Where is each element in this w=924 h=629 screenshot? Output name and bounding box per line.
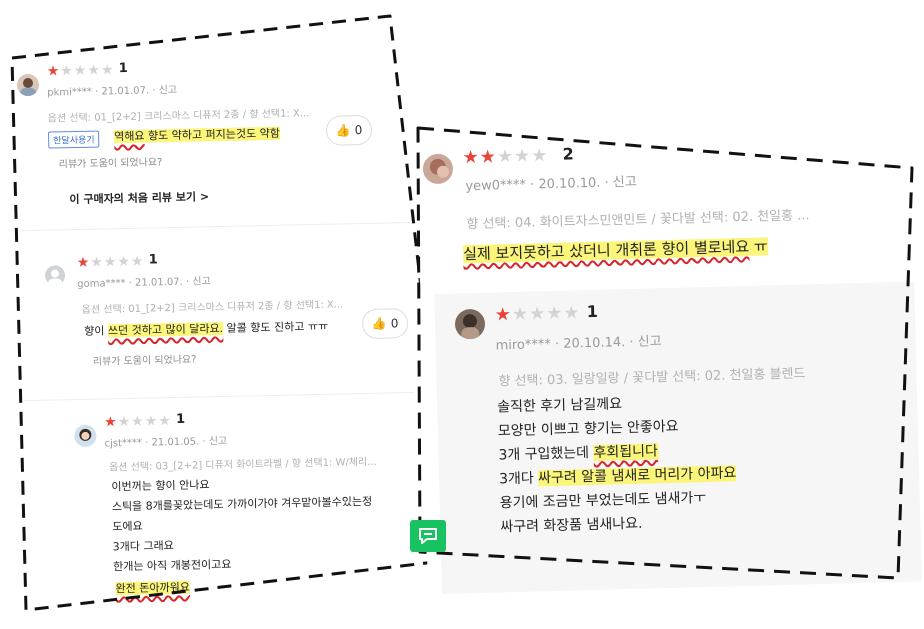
review-meta: cjst**** · 21.01.05. · 신고 <box>104 435 228 450</box>
rating-score: 1 <box>175 411 186 427</box>
rating-stars: ★★★★★ <box>494 302 581 326</box>
review-meta: yew0**** · 20.10.10. · 신고 <box>465 174 637 195</box>
left-review-card: ★★★★★ 1 pkmi**** · 21.01.07. · 신고 옵션 선택:… <box>16 24 428 617</box>
report-link[interactable]: 신고 <box>159 85 178 96</box>
avatar[interactable] <box>422 153 454 185</box>
username: goma**** <box>77 278 126 291</box>
like-button[interactable]: 👍 0 <box>361 308 409 340</box>
review-body: 실제 보지못하고 샀더니 개취론 향이 별로네요 ㅠ <box>462 237 768 264</box>
like-button[interactable]: 👍 0 <box>325 114 373 146</box>
review-body-line: 솔직한 후기 남길께요 <box>497 396 623 416</box>
review-date: 20.10.10. <box>538 175 601 193</box>
avatar[interactable] <box>16 73 40 97</box>
first-review-link[interactable]: 이 구매자의 처음 리뷰 보기 > <box>69 188 209 207</box>
thumbs-up-icon: 👍 <box>371 316 387 331</box>
review-body-line: 도에요 <box>112 519 143 534</box>
helpful-prompt: 리뷰가 도움이 되었나요? <box>58 157 163 171</box>
review-option: 옵션 선택: 03_[2+2] 디퓨저 화이트라벨 / 향 선택1: W/체리.… <box>108 456 377 474</box>
rating-score: 1 <box>118 60 128 77</box>
rating-stars: ★★★★★ <box>46 62 115 80</box>
avatar[interactable] <box>74 424 97 448</box>
avatar[interactable] <box>44 265 66 286</box>
review-item-1: ★★★★★ 1 pkmi**** · 21.01.07. · 신고 옵션 선택:… <box>16 24 420 232</box>
review-body-line: 용기에 조금만 부었는데도 냄새가ㅜ <box>499 490 707 512</box>
report-link[interactable]: 신고 <box>192 276 211 287</box>
review-option: 옵션 선택: 01_[2+2] 크리스마스 디퓨저 2종 / 향 선택1: X.… <box>81 299 344 316</box>
review-option: 향 선택: 04. 화이트자스민앤민트 / 꽃다발 선택: 02. 천일홍 ..… <box>466 208 810 233</box>
helpful-prompt: 리뷰가 도움이 되었나요? <box>92 354 197 368</box>
review-body-line: 싸구려 화장품 냄새나요. <box>500 515 643 536</box>
review-meta: miro**** · 20.10.14. · 신고 <box>495 334 662 354</box>
chat-button[interactable] <box>410 520 446 552</box>
review-meta: goma**** · 21.01.07. · 신고 <box>77 276 211 291</box>
review-item-2: ★★★★★ 1 goma**** · 21.01.07. · 신고 옵션 선택:… <box>20 224 423 402</box>
thumbs-up-icon: 👍 <box>335 123 351 138</box>
review-item-b: ★★★★★ 1 miro**** · 20.10.14. · 신고 향 선택: … <box>434 281 922 594</box>
review-body-line: 한개는 아직 개봉전이고요 <box>112 557 232 574</box>
review-date: 20.10.14. <box>563 335 626 352</box>
review-item-a: ★★★★★ 2 yew0**** · 20.10.10. · 신고 향 선택: … <box>416 122 910 295</box>
report-link[interactable]: 신고 <box>209 436 228 447</box>
review-date: 21.01.07. <box>134 276 183 289</box>
right-review-card: ★★★★★ 2 yew0**** · 20.10.10. · 신고 향 선택: … <box>416 121 922 597</box>
rating-score: 2 <box>562 144 574 164</box>
review-date: 21.01.05. <box>151 436 200 449</box>
review-date: 21.01.07. <box>101 85 150 98</box>
username: pkmi**** <box>47 86 92 99</box>
avatar[interactable] <box>454 308 486 340</box>
rating-stars: ★★★★★ <box>103 413 173 431</box>
review-body: 향이 쓰던 것하고 많이 달라요. 알콜 향도 진하고 ㅠㅠ <box>84 319 329 338</box>
review-body: 역해요 향도 약하고 퍼지는것도 약함 <box>113 126 281 144</box>
review-item-3: ★★★★★ 1 cjst**** · 21.01.05. · 신고 옵션 선택:… <box>24 394 428 617</box>
review-meta: pkmi**** · 21.01.07. · 신고 <box>47 84 178 99</box>
review-body-line: 이번꺼는 향이 안나요 <box>111 478 210 494</box>
username: yew0**** <box>465 177 527 195</box>
rating-stars: ★★★★★ <box>462 145 549 169</box>
chat-icon <box>419 528 437 544</box>
review-option: 향 선택: 03. 일랑일랑 / 꽃다발 선택: 02. 천일홍 블렌드 <box>498 366 806 390</box>
username: cjst**** <box>104 437 143 450</box>
review-body-line: 3개 구입했는데 후회됩니다 <box>498 443 659 464</box>
rating-stars: ★★★★★ <box>76 253 145 272</box>
review-body-line: 3개다 그래요 <box>112 539 174 554</box>
review-body-line: 완전 돈아까워요 <box>115 580 191 596</box>
rating-score: 1 <box>148 252 158 268</box>
rating-score: 1 <box>586 301 599 322</box>
review-body-line: 스틱을 8개를꽂았는데도 가까이가야 겨우맡아볼수있는정 <box>111 494 373 514</box>
month-usage-badge: 한달사용기 <box>48 130 100 149</box>
review-body-line: 모양만 이쁘고 향기는 안좋아요 <box>497 418 679 440</box>
report-link[interactable]: 신고 <box>613 175 637 191</box>
username: miro**** <box>495 337 552 354</box>
review-body-line: 3개다 싸구려 알콜 냄새로 머리가 아파요 <box>498 465 737 488</box>
report-link[interactable]: 신고 <box>637 334 661 350</box>
